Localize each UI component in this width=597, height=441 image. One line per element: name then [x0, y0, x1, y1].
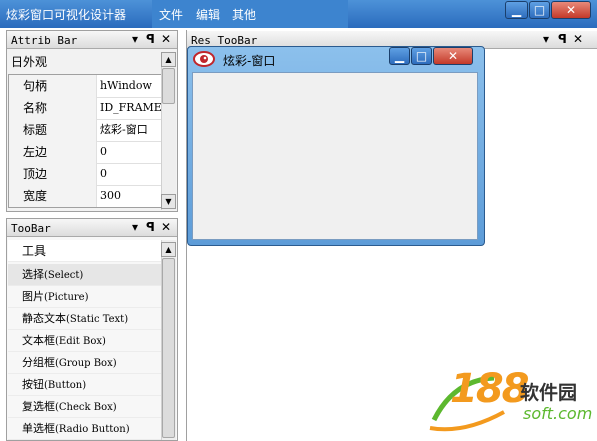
tool-en-label: (Static Text)	[66, 314, 129, 325]
design-window-client[interactable]	[192, 72, 478, 240]
tool-label: 按钮	[22, 378, 44, 391]
attrib-row-handle[interactable]: 句柄 hWindow	[9, 75, 161, 98]
attrib-menu-icon[interactable]: ▾	[132, 32, 138, 46]
design-pin-icon[interactable]: ꟼ	[558, 32, 567, 46]
attrib-value[interactable]: ID_FRAME	[98, 97, 163, 119]
design-maximize-button[interactable]: □	[411, 47, 432, 65]
attrib-group-label[interactable]: 日外观	[8, 52, 176, 72]
tool-en-label: (Edit Box)	[55, 336, 106, 347]
app-eye-icon	[193, 50, 215, 68]
tool-en-label: (Radio Button)	[55, 424, 130, 435]
attrib-key: 左边	[9, 141, 97, 163]
attrib-row-title[interactable]: 标题 炫彩-窗口	[9, 119, 161, 142]
tool-label: 选择	[22, 268, 44, 281]
attrib-row-left[interactable]: 左边 0	[9, 141, 161, 164]
minimize-button[interactable]: ▁	[505, 1, 528, 19]
attrib-value[interactable]: 0	[98, 141, 163, 163]
tool-label: 文本框	[22, 334, 55, 347]
design-minimize-button[interactable]: ▁	[389, 47, 410, 65]
attrib-key: 名称	[9, 97, 97, 119]
watermark-cn: 软件园	[520, 382, 578, 404]
toolbox-header: 工具	[8, 240, 161, 262]
tool-en-label: (Button)	[44, 380, 87, 391]
attrib-pin-icon[interactable]: ꟼ	[146, 32, 155, 46]
app-title: 炫彩窗口可视化设计器	[6, 8, 127, 22]
tool-item-picture[interactable]: 图片(Picture)	[8, 286, 161, 308]
attrib-close-icon[interactable]: ✕	[161, 32, 171, 46]
menu-file[interactable]: 文件	[159, 6, 183, 23]
attrib-panel-title: Attrib Bar	[11, 34, 78, 47]
attrib-key: 标题	[9, 119, 97, 141]
attrib-row-width[interactable]: 宽度 300	[9, 185, 163, 207]
maximize-button[interactable]: □	[529, 1, 550, 19]
scroll-up-icon[interactable]: ▲	[161, 52, 176, 67]
tool-item-edit-box[interactable]: 文本框(Edit Box)	[8, 330, 161, 352]
attrib-grid: 句柄 hWindow 名称 ID_FRAME 标题 炫彩-窗口 左边 0 顶边 …	[8, 74, 176, 208]
tool-label: 单选框	[22, 422, 55, 435]
tool-label: 静态文本	[22, 312, 66, 325]
scroll-down-icon[interactable]: ▼	[161, 194, 176, 209]
watermark-number: 188	[450, 366, 529, 412]
toolbox-panel-title: TooBar	[11, 222, 51, 235]
attrib-value[interactable]: 300	[98, 185, 163, 207]
attrib-value[interactable]: hWindow	[98, 75, 163, 97]
tool-item-group-box[interactable]: 分组框(Group Box)	[8, 352, 161, 374]
toolbox-pin-icon[interactable]: ꟼ	[146, 220, 155, 234]
attrib-key: 宽度	[9, 185, 97, 207]
tool-item-radio-button[interactable]: 单选框(Radio Button)	[8, 418, 161, 440]
design-menu-icon[interactable]: ▾	[543, 32, 549, 46]
scroll-up-icon[interactable]: ▲	[161, 242, 176, 257]
attrib-key: 顶边	[9, 163, 97, 185]
toolbox-menu-icon[interactable]: ▾	[132, 220, 138, 234]
tool-en-label: (Check Box)	[55, 402, 117, 413]
watermark-domain: soft.com	[523, 404, 593, 423]
tool-label: 复选框	[22, 400, 55, 413]
tool-en-label: (Group Box)	[55, 358, 117, 369]
tool-en-label: (Picture)	[44, 292, 89, 303]
tool-en-label: (Select)	[44, 270, 84, 281]
toolbox-scroll-thumb[interactable]	[162, 258, 175, 438]
design-window-title: 炫彩-窗口	[223, 54, 276, 68]
attrib-value[interactable]: 0	[98, 163, 163, 185]
tool-item-check-box[interactable]: 复选框(Check Box)	[8, 396, 161, 418]
tool-item-static-text[interactable]: 静态文本(Static Text)	[8, 308, 161, 330]
tool-label: 图片	[22, 290, 44, 303]
menu-other[interactable]: 其他	[232, 6, 256, 23]
tool-item-button[interactable]: 按钮(Button)	[8, 374, 161, 396]
close-button[interactable]: ✕	[551, 1, 591, 19]
attrib-value[interactable]: 炫彩-窗口	[98, 119, 163, 141]
tool-item-select[interactable]: 选择(Select)	[8, 264, 161, 286]
attrib-row-top[interactable]: 顶边 0	[9, 163, 161, 186]
tool-label: 分组框	[22, 356, 55, 369]
menu-edit[interactable]: 编辑	[196, 6, 220, 23]
attrib-row-name[interactable]: 名称 ID_FRAME	[9, 97, 163, 120]
toolbox-list: 工具 选择(Select) 图片(Picture) 静态文本(Static Te…	[8, 240, 161, 440]
design-close-icon[interactable]: ✕	[573, 32, 583, 46]
toolbox-close-icon[interactable]: ✕	[161, 220, 171, 234]
attrib-key: 句柄	[9, 75, 97, 97]
attrib-scroll-thumb[interactable]	[162, 68, 175, 104]
design-close-button[interactable]: ✕	[433, 47, 473, 65]
